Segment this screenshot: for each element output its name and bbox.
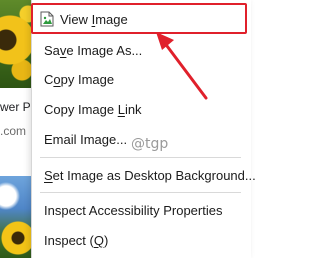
context-menu: View Image Save Image As... Copy Image C…	[31, 0, 256, 258]
image-file-icon	[40, 11, 54, 27]
menu-item-label: Copy Image	[44, 71, 115, 87]
menu-item-label: Inspect Accessibility Properties	[44, 202, 223, 218]
menu-divider	[40, 192, 241, 193]
access-key: L	[117, 101, 125, 117]
result-domain-fragment: .com	[0, 124, 27, 138]
watermark: @tgp	[131, 136, 169, 152]
menu-item-label: Save Image As...	[44, 42, 143, 58]
menu-item-label: View Image	[60, 11, 128, 27]
result-title-fragment[interactable]: wer Pi	[0, 100, 33, 114]
menu-item-inspect-accessibility[interactable]: Inspect Accessibility Properties	[32, 196, 252, 224]
menu-item-label: Copy Image Link	[44, 101, 142, 117]
menu-item-inspect[interactable]: Inspect (Q)	[32, 226, 252, 254]
menu-item-label: Inspect (Q)	[44, 232, 109, 248]
menu-item-label: Set Image as Desktop Background...	[44, 167, 256, 183]
menu-item-view-image[interactable]: View Image	[32, 5, 252, 33]
menu-divider	[40, 157, 241, 158]
access-key: o	[53, 71, 61, 87]
menu-item-save-image-as[interactable]: Save Image As...	[32, 36, 252, 64]
menu-item-set-desktop-background[interactable]: Set Image as Desktop Background...	[32, 161, 256, 189]
menu-item-label: Email Image...	[44, 131, 128, 147]
menu-item-copy-image-link[interactable]: Copy Image Link	[32, 95, 252, 123]
access-key: Q	[93, 232, 104, 248]
menu-item-copy-image[interactable]: Copy Image	[32, 65, 252, 93]
access-key: S	[44, 167, 53, 183]
